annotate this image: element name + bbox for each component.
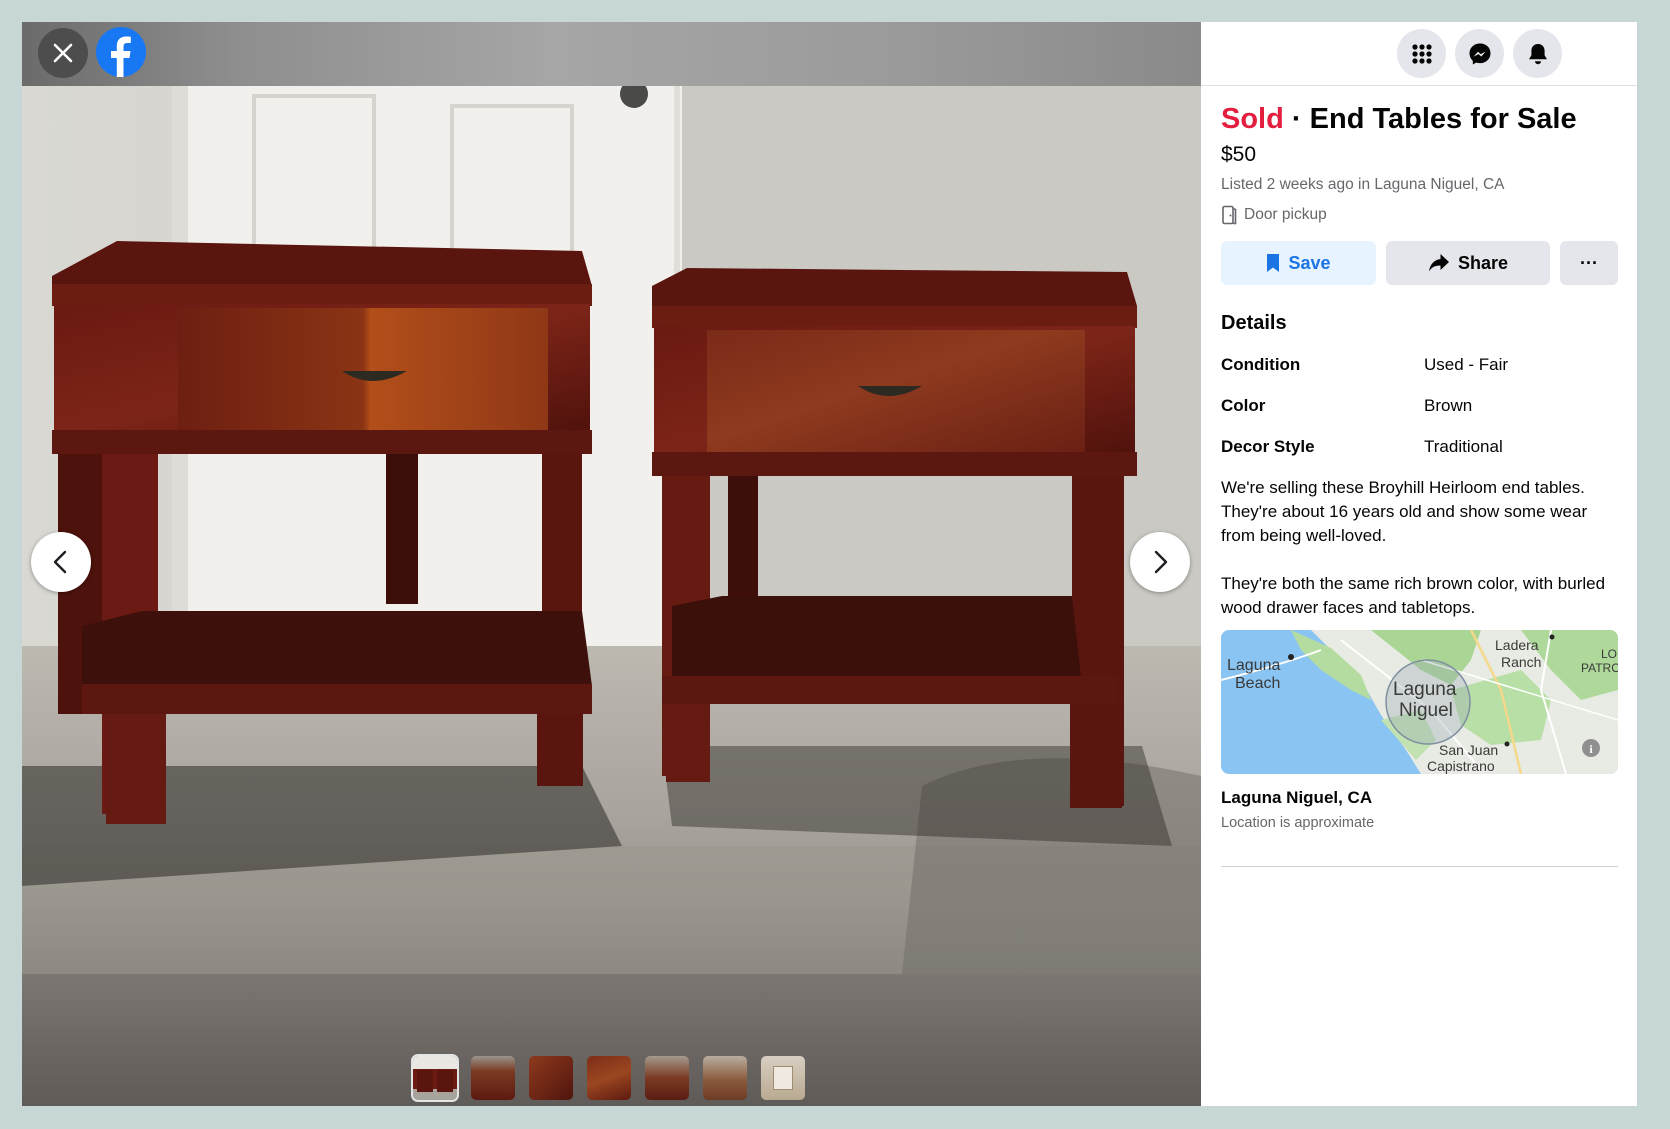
map-label: Laguna (1393, 679, 1457, 700)
description-paragraph: We're selling these Broyhill Heirloom en… (1221, 478, 1588, 545)
photo-viewer (22, 22, 1201, 1106)
map-label: San Juan (1439, 742, 1499, 758)
map-label: LO (1601, 647, 1618, 661)
bell-icon (1528, 43, 1547, 64)
thumbnail[interactable] (587, 1056, 631, 1100)
detail-value: Used - Fair (1424, 355, 1509, 374)
facebook-logo-icon (111, 36, 131, 77)
thumbnail[interactable] (471, 1056, 515, 1100)
map-label: PATRO (1581, 661, 1618, 675)
more-options-icon: ··· (1580, 252, 1598, 273)
title-separator: · (1291, 103, 1302, 135)
sold-badge: Sold (1221, 103, 1284, 135)
door-icon (1222, 205, 1237, 225)
listing-details: Sold · End Tables for Sale $50 Listed 2 … (1221, 100, 1618, 867)
messenger-button[interactable] (1455, 29, 1504, 78)
location-map[interactable]: i Laguna Beach Laguna Niguel Ladera Ranc… (1221, 630, 1618, 774)
listing-price: $50 (1221, 143, 1257, 166)
previous-photo-button[interactable] (31, 532, 91, 592)
save-label: Save (1288, 252, 1331, 273)
bookmark-icon (1267, 254, 1280, 272)
divider (1221, 866, 1618, 867)
map-label: Beach (1235, 675, 1281, 692)
messenger-icon (1469, 43, 1490, 64)
listing-title: Sold · End Tables for Sale (1221, 100, 1618, 138)
thumbnail[interactable] (761, 1056, 805, 1100)
listed-info: Listed 2 weeks ago in Laguna Niguel, CA (1221, 176, 1505, 193)
menu-button[interactable] (1397, 29, 1446, 78)
next-photo-button[interactable] (1130, 532, 1190, 592)
marketplace-window: Sold · End Tables for Sale $50 Listed 2 … (22, 22, 1637, 1106)
map-label: Niguel (1399, 700, 1453, 721)
pickup-info: Door pickup (1221, 204, 1618, 226)
thumbnail[interactable] (529, 1056, 573, 1100)
detail-row-color: Color Brown (1221, 393, 1618, 419)
map-label: Laguna (1227, 657, 1281, 674)
action-buttons: Save Share ··· (1221, 241, 1618, 285)
detail-value: Brown (1424, 396, 1473, 415)
chevron-right-icon (1154, 550, 1168, 574)
detail-label: Condition (1221, 355, 1301, 374)
listing-panel: Sold · End Tables for Sale $50 Listed 2 … (1201, 22, 1637, 1106)
viewer-top-bar (22, 22, 1201, 86)
thumbnail[interactable] (703, 1056, 747, 1100)
chevron-left-icon (53, 550, 67, 574)
share-label: Share (1457, 252, 1509, 273)
location-name: Laguna Niguel, CA (1221, 788, 1373, 807)
map-label: Capistrano (1427, 758, 1495, 774)
description-paragraph: They're both the same rich brown color, … (1221, 574, 1606, 617)
detail-row-condition: Condition Used - Fair (1221, 352, 1618, 378)
close-icon (53, 43, 73, 63)
detail-label: Decor Style (1221, 437, 1315, 456)
detail-value: Traditional (1424, 437, 1503, 456)
detail-label: Color (1221, 396, 1266, 415)
thumbnail[interactable] (411, 1054, 459, 1102)
thumbnail-strip (411, 1054, 805, 1102)
grid-menu-icon (1411, 43, 1432, 64)
map-label: Ranch (1501, 654, 1542, 670)
location-note: Location is approximate (1221, 815, 1375, 831)
listing-title-text: End Tables for Sale (1309, 103, 1577, 135)
share-button[interactable]: Share (1386, 241, 1550, 285)
detail-row-decor-style: Decor Style Traditional (1221, 434, 1618, 460)
facebook-logo[interactable] (96, 27, 146, 77)
more-options-button[interactable]: ··· (1560, 241, 1618, 285)
save-button[interactable]: Save (1221, 241, 1376, 285)
notifications-button[interactable] (1513, 29, 1562, 78)
details-heading: Details (1221, 312, 1287, 334)
pickup-label: Door pickup (1244, 206, 1327, 223)
share-arrow-icon (1428, 254, 1449, 272)
panel-top-bar (1201, 22, 1637, 86)
map-label: Ladera (1495, 637, 1539, 653)
listing-photo (22, 86, 1201, 974)
thumbnail[interactable] (645, 1056, 689, 1100)
close-button[interactable] (38, 28, 88, 78)
